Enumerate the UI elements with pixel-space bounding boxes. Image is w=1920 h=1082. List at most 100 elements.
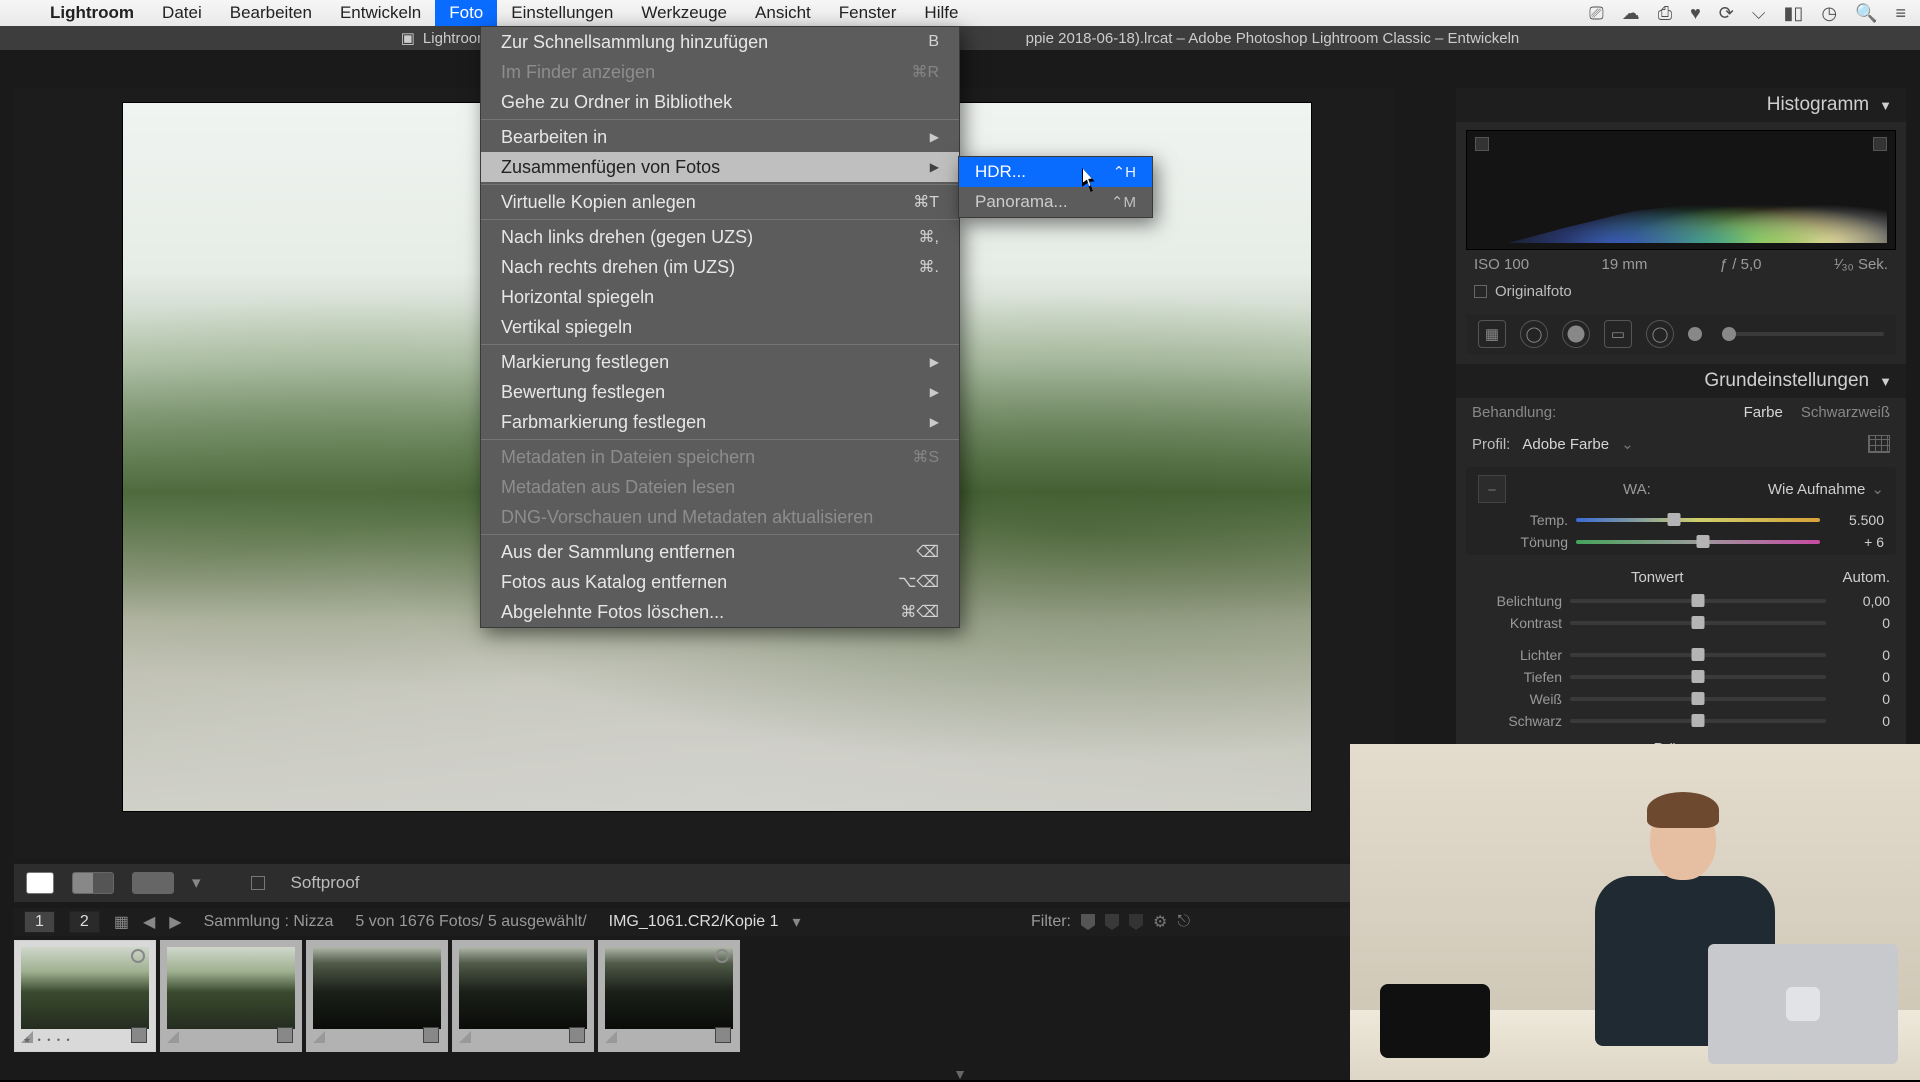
before-after-button[interactable] — [72, 872, 114, 894]
tray-icon[interactable]: ♥ — [1690, 3, 1701, 24]
menu-item[interactable]: Horizontal spiegeln — [481, 282, 959, 312]
histogram-header[interactable]: Histogramm▼ — [1456, 88, 1906, 122]
thumbnail[interactable]: ★ • • • • — [14, 940, 156, 1052]
filter-lock-icon[interactable]: ⎋ — [1177, 913, 1190, 931]
slider-label: Tiefen — [1472, 669, 1562, 685]
monitor-2[interactable]: 2 — [69, 911, 100, 933]
slider-value[interactable]: 0 — [1834, 713, 1890, 729]
tone-slider[interactable] — [1570, 653, 1826, 657]
grad-tool[interactable]: ▭ — [1604, 320, 1632, 348]
slider-value[interactable]: 0,00 — [1834, 593, 1890, 609]
thumbnail[interactable] — [306, 940, 448, 1052]
profile-label: Profil: — [1472, 436, 1510, 453]
clip-highlight-icon[interactable] — [1873, 137, 1887, 151]
treatment-color[interactable]: Farbe — [1744, 404, 1783, 421]
menu-einstellungen[interactable]: Einstellungen — [497, 0, 627, 26]
tray-icon[interactable]: ⟳ — [1719, 3, 1734, 24]
brush-tool[interactable] — [1688, 327, 1702, 341]
tray-icon[interactable]: ⎙ — [1658, 3, 1672, 24]
dropdown-caret-icon[interactable]: ▾ — [192, 873, 201, 893]
reject-filter[interactable] — [1129, 914, 1143, 930]
tone-slider[interactable] — [1570, 621, 1826, 625]
wb-value[interactable]: Wie Aufnahme — [1768, 481, 1866, 498]
slider-value[interactable]: 0 — [1834, 669, 1890, 685]
clock-icon[interactable]: ◷ — [1821, 3, 1837, 24]
radial-tool[interactable]: ◯ — [1646, 320, 1674, 348]
menu-item[interactable]: Zusammenfügen von Fotos — [481, 152, 959, 182]
crop-tool[interactable]: ▦ — [1478, 320, 1506, 348]
temp-slider[interactable] — [1576, 518, 1820, 522]
menu-item[interactable]: Nach links drehen (gegen UZS)⌘, — [481, 222, 959, 252]
tint-value[interactable]: + 6 — [1828, 534, 1884, 550]
menu-item[interactable]: Abgelehnte Fotos löschen...⌘⌫ — [481, 597, 959, 627]
histogram[interactable] — [1466, 130, 1896, 250]
menu-item[interactable]: Zur Schnellsammlung hinzufügenB — [481, 27, 959, 57]
menu-item[interactable]: Vertikal spiegeln — [481, 312, 959, 342]
menu-ansicht[interactable]: Ansicht — [741, 0, 825, 26]
compare-button[interactable] — [132, 872, 174, 894]
submenu-item[interactable]: Panorama...⌃M — [959, 187, 1152, 217]
temp-value[interactable]: 5.500 — [1828, 512, 1884, 528]
wb-caret-icon[interactable]: ⌄ — [1871, 480, 1884, 498]
current-file[interactable]: IMG_1061.CR2/Kopie 1 — [609, 913, 779, 931]
basic-header[interactable]: Grundeinstellungen▼ — [1456, 364, 1906, 398]
spot-tool[interactable]: ◯ — [1520, 320, 1548, 348]
menu-hilfe[interactable]: Hilfe — [910, 0, 972, 26]
menu-item[interactable]: Aus der Sammlung entfernen⌫ — [481, 537, 959, 567]
menu-item[interactable]: Virtuelle Kopien anlegen⌘T — [481, 187, 959, 217]
clip-shadow-icon[interactable] — [1475, 137, 1489, 151]
basic-title: Grundeinstellungen — [1704, 370, 1869, 392]
profile-value[interactable]: Adobe Farbe — [1522, 436, 1609, 453]
menu-fenster[interactable]: Fenster — [825, 0, 911, 26]
tone-slider[interactable] — [1570, 697, 1826, 701]
unflag-filter[interactable] — [1105, 914, 1119, 930]
search-icon[interactable]: 🔍 — [1855, 3, 1877, 24]
flag-filter[interactable] — [1081, 914, 1095, 930]
tone-slider[interactable] — [1570, 719, 1826, 723]
menu-item[interactable]: Fotos aus Katalog entfernen⌥⌫ — [481, 567, 959, 597]
app-name[interactable]: Lightroom — [36, 3, 148, 23]
auto-tone-button[interactable]: Autom. — [1842, 569, 1890, 586]
thumbnail[interactable] — [598, 940, 740, 1052]
menu-item[interactable]: Gehe zu Ordner in Bibliothek — [481, 87, 959, 117]
monitor-1[interactable]: 1 — [24, 911, 55, 933]
menu-werkzeuge[interactable]: Werkzeuge — [627, 0, 741, 26]
tool-slider[interactable] — [1722, 332, 1884, 336]
profile-caret-icon[interactable]: ⌄ — [1621, 435, 1634, 453]
battery-icon[interactable]: ▮▯ — [1784, 3, 1804, 24]
wb-picker-icon[interactable]: ⎯ — [1478, 475, 1506, 503]
slider-value[interactable]: 0 — [1834, 647, 1890, 663]
tint-slider[interactable] — [1576, 540, 1820, 544]
thumbnail[interactable] — [452, 940, 594, 1052]
redeye-tool[interactable] — [1562, 320, 1590, 348]
menu-item[interactable]: Bearbeiten in — [481, 122, 959, 152]
menu-item[interactable]: Farbmarkierung festlegen — [481, 407, 959, 437]
slider-value[interactable]: 0 — [1834, 615, 1890, 631]
menu-datei[interactable]: Datei — [148, 0, 216, 26]
thumbnail[interactable] — [160, 940, 302, 1052]
tray-icon[interactable]: ⎚ — [1589, 3, 1603, 24]
loupe-view-button[interactable] — [26, 872, 54, 894]
next-photo[interactable]: ▶ — [169, 912, 181, 932]
menu-foto[interactable]: Foto — [435, 0, 497, 26]
menu-bearbeiten[interactable]: Bearbeiten — [216, 0, 326, 26]
caret-icon[interactable]: ▾ — [793, 912, 801, 932]
wifi-icon[interactable]: ⌵ — [1752, 3, 1766, 24]
grid-icon[interactable]: ▦ — [114, 912, 129, 932]
treatment-bw[interactable]: Schwarzweiß — [1801, 404, 1890, 421]
slider-value[interactable]: 0 — [1834, 691, 1890, 707]
filter-menu-icon[interactable]: ⚙ — [1153, 912, 1167, 932]
original-checkbox[interactable] — [1474, 285, 1487, 298]
profile-browser-icon[interactable] — [1868, 435, 1890, 453]
menu-icon[interactable]: ≡ — [1895, 3, 1906, 24]
tone-slider[interactable] — [1570, 599, 1826, 603]
prev-photo[interactable]: ◀ — [143, 912, 155, 932]
menu-item[interactable]: Nach rechts drehen (im UZS)⌘. — [481, 252, 959, 282]
tone-slider[interactable] — [1570, 675, 1826, 679]
menu-item[interactable]: Markierung festlegen — [481, 347, 959, 377]
softproof-checkbox[interactable] — [251, 876, 265, 890]
menu-item[interactable]: Bewertung festlegen — [481, 377, 959, 407]
tray-icon[interactable]: ☁ — [1622, 3, 1640, 24]
submenu-item[interactable]: HDR...⌃H — [959, 157, 1152, 187]
menu-entwickeln[interactable]: Entwickeln — [326, 0, 435, 26]
